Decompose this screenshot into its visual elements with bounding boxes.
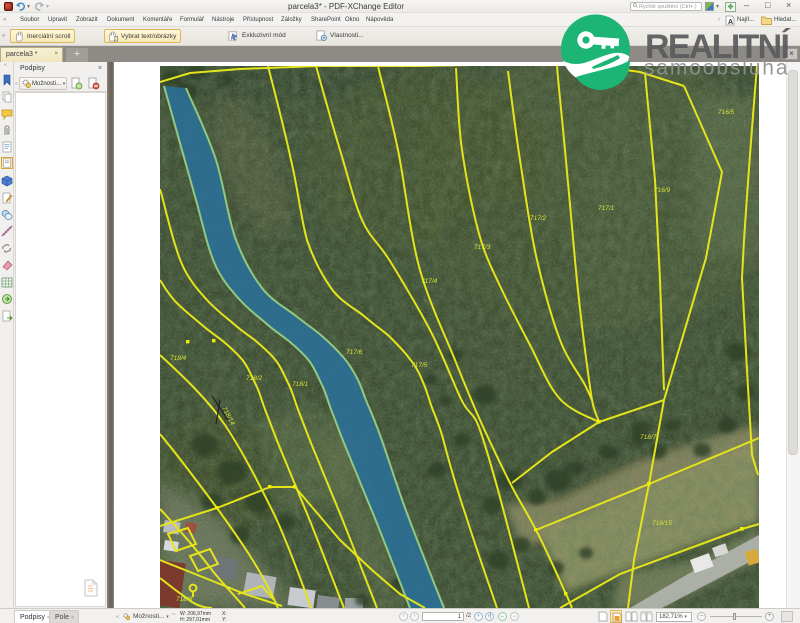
svg-text:A: A [728, 19, 733, 26]
svg-text:717/2: 717/2 [530, 215, 547, 222]
svg-text:718/1: 718/1 [292, 381, 309, 388]
svg-text:717/1: 717/1 [598, 205, 615, 212]
svg-text:716/9: 716/9 [654, 187, 671, 194]
svg-text:718/8: 718/8 [176, 596, 193, 603]
svg-text:716/5: 716/5 [718, 109, 735, 116]
svg-text:718/2: 718/2 [246, 375, 263, 382]
svg-text:717/6: 717/6 [346, 349, 363, 356]
svg-text:718/15: 718/15 [652, 520, 672, 527]
svg-text:717/4: 717/4 [421, 278, 438, 285]
svg-text:717/5: 717/5 [411, 362, 428, 369]
svg-text:717/3: 717/3 [474, 244, 491, 251]
svg-text:718/4: 718/4 [170, 355, 187, 362]
svg-text:718/7: 718/7 [640, 434, 657, 441]
